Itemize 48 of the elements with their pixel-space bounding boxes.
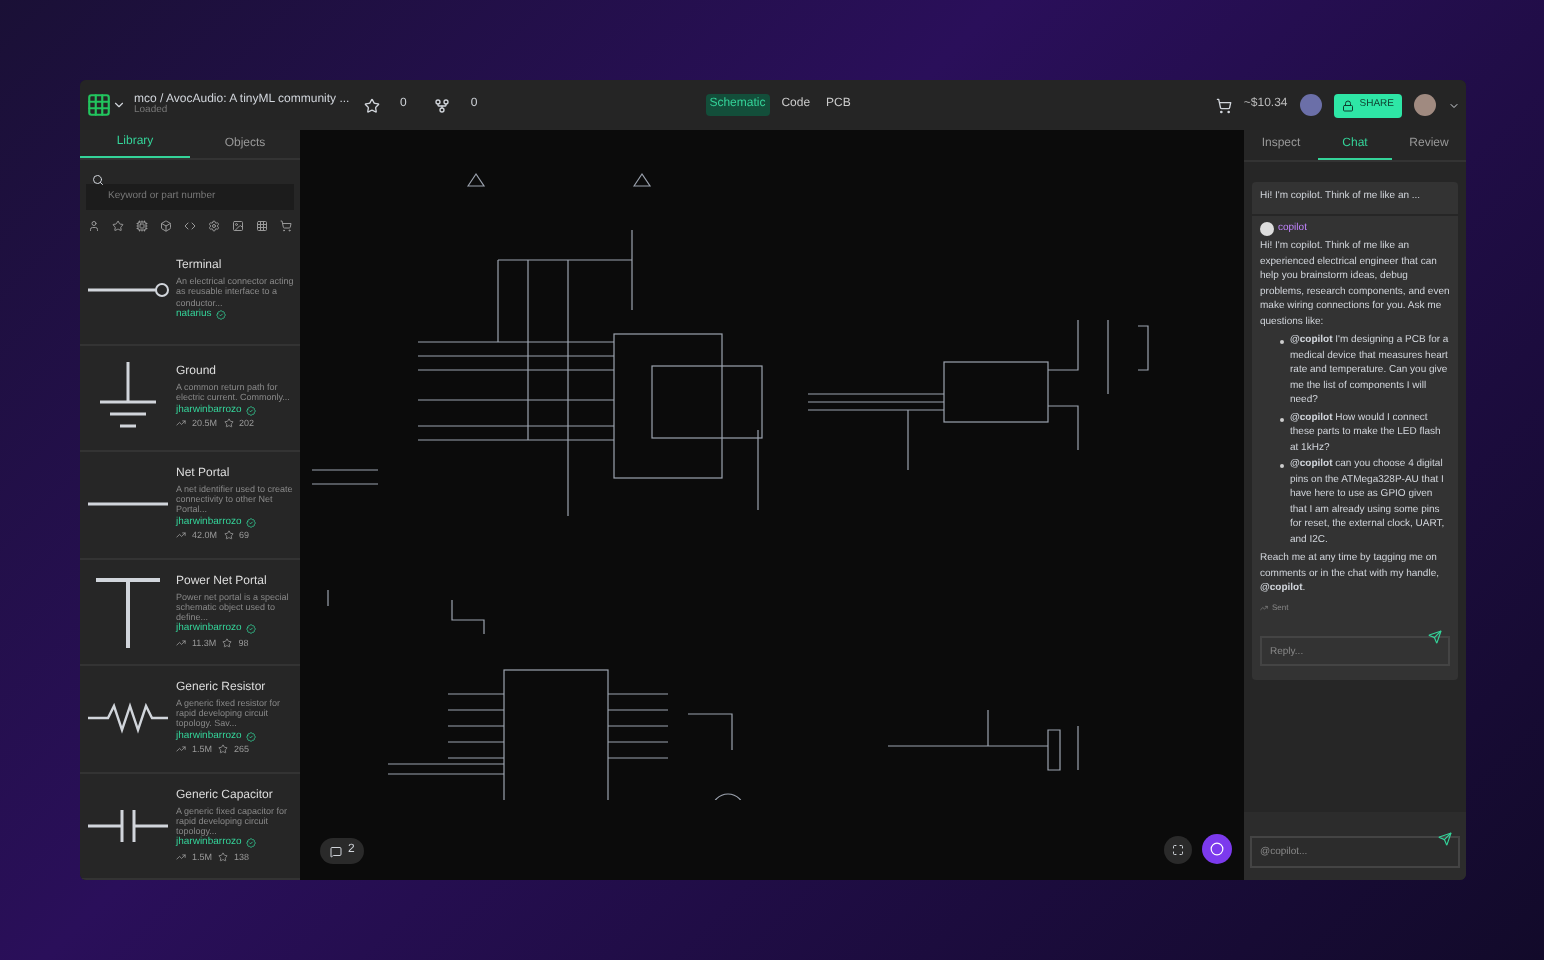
- box-icon[interactable]: [160, 220, 172, 233]
- user-icon[interactable]: [88, 220, 100, 233]
- verified-icon: [215, 310, 226, 321]
- verified-icon: [245, 405, 256, 416]
- star-icon[interactable]: [112, 220, 124, 233]
- verified-icon: [245, 731, 256, 742]
- trend-icon: [176, 530, 186, 541]
- copilot-icon: [1210, 842, 1224, 856]
- caret-icon: [112, 98, 126, 112]
- fullscreen-button[interactable]: [1164, 836, 1192, 864]
- chip-icon[interactable]: [136, 220, 148, 233]
- settings-icon[interactable]: [208, 220, 220, 233]
- verified-icon: [245, 518, 256, 528]
- trend-icon: [176, 418, 186, 429]
- send-icon[interactable]: [1438, 831, 1452, 845]
- cart-icon[interactable]: [1215, 97, 1232, 113]
- avatar-placeholder: [1299, 94, 1322, 116]
- logo-icon: [86, 92, 112, 118]
- verified-icon: [245, 838, 256, 849]
- image-icon[interactable]: [232, 220, 244, 233]
- fork-icon: [434, 97, 451, 113]
- reaction-icon: [1260, 603, 1268, 611]
- star-icon: [218, 744, 229, 755]
- capacitor-symbol-icon: [84, 805, 172, 846]
- app-menu-button[interactable]: [86, 92, 126, 118]
- caret-icon: [1448, 99, 1460, 111]
- grid-icon[interactable]: [256, 220, 268, 233]
- terminal-symbol-icon: [84, 282, 172, 299]
- resistor-symbol-icon: [84, 702, 172, 735]
- search-icon: [92, 173, 104, 186]
- send-icon[interactable]: [1428, 629, 1442, 643]
- user-avatar-placeholder[interactable]: [1414, 94, 1436, 116]
- trend-icon: [176, 637, 186, 648]
- star-icon: [222, 637, 233, 648]
- verified-icon: [245, 624, 256, 635]
- code-icon[interactable]: [184, 220, 196, 233]
- net-symbol-icon: [84, 500, 172, 509]
- star-icon: [218, 851, 229, 862]
- lock-icon: [1341, 99, 1354, 111]
- copilot-button[interactable]: [1202, 834, 1232, 864]
- star-icon: [223, 530, 234, 541]
- copilot-avatar-icon: [1260, 221, 1274, 236]
- star-icon: [223, 418, 234, 429]
- trend-icon: [176, 851, 186, 862]
- comment-icon: [330, 845, 342, 857]
- cart-icon[interactable]: [280, 220, 292, 233]
- star-icon: [364, 97, 380, 113]
- trend-icon: [176, 744, 186, 755]
